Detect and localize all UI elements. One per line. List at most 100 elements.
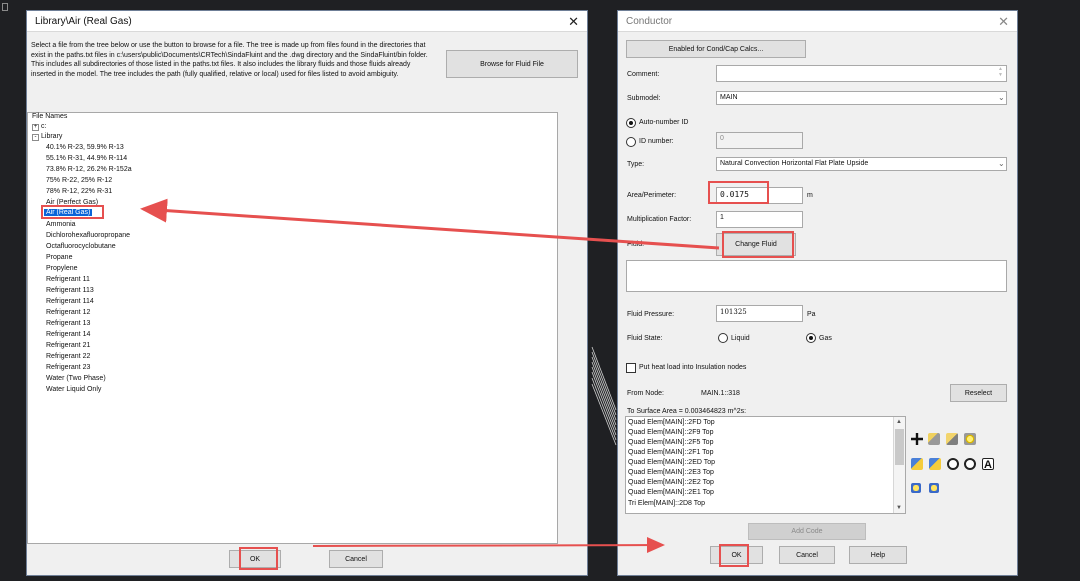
submodel-select[interactable]: MAIN — [716, 91, 1007, 105]
list-item[interactable]: Quad Elem[MAIN]::2F9 Top — [628, 429, 713, 436]
from-node-value: MAIN.1::318 — [701, 390, 740, 397]
heat-load-label: Put heat load into Insulation nodes — [639, 364, 747, 371]
tree-item[interactable]: Refrigerant 14 — [46, 331, 90, 338]
left-titlebar: Library\Air (Real Gas) ✕ — [27, 11, 587, 32]
chevron-down-icon: ⌄ — [998, 159, 1005, 168]
tree-item[interactable]: Ammonia — [46, 221, 76, 228]
tree-item[interactable]: Propane — [46, 254, 72, 261]
from-node-label: From Node: — [627, 390, 664, 397]
left-ok-button[interactable]: OK — [229, 550, 281, 568]
gas-radio[interactable] — [806, 333, 816, 343]
tree-item[interactable]: 78% R-12, 22% R-31 — [46, 188, 112, 195]
tree-node-library[interactable]: - Library — [32, 133, 62, 141]
list-item[interactable]: Quad Elem[MAIN]::2ED Top — [628, 459, 715, 466]
auto-number-radio[interactable] — [626, 118, 636, 128]
type-select[interactable]: Natural Convection Horizontal Flat Plate… — [716, 157, 1007, 171]
surface-list[interactable]: Quad Elem[MAIN]::2FD Top Quad Elem[MAIN]… — [625, 416, 906, 514]
tree-header: File Names — [32, 113, 68, 120]
bulb-two-icon[interactable] — [929, 483, 939, 493]
tree-item[interactable]: 75% R-22, 25% R-12 — [46, 177, 112, 184]
fluid-file-tree[interactable]: File Names + c: - Library 40.1% R-23, 59.9… — [27, 112, 558, 544]
right-dialog-title: Conductor — [626, 15, 673, 27]
circle-o-icon[interactable] — [964, 458, 976, 470]
list-item[interactable]: Quad Elem[MAIN]::2E2 Top — [628, 479, 714, 486]
liquid-label: Liquid — [731, 335, 750, 342]
connection-two-icon[interactable] — [929, 458, 941, 470]
list-item[interactable]: Quad Elem[MAIN]::2E1 Top — [628, 489, 714, 496]
comment-input[interactable] — [716, 65, 1007, 82]
reselect-button[interactable]: Reselect — [950, 384, 1007, 402]
id-number-input[interactable]: 0 — [716, 132, 803, 149]
scroll-down-icon[interactable]: ▼ — [896, 505, 902, 511]
tree-item-selected[interactable]: Air (Real Gas) — [44, 209, 93, 216]
surface-area-label: To Surface Area = 0.003464823 m^2s: — [627, 408, 747, 415]
tree-item[interactable]: Octafluorocyclobutane — [46, 243, 116, 250]
scroll-thumb[interactable] — [895, 429, 904, 465]
collapse-icon[interactable]: - — [32, 134, 39, 141]
multiplication-input[interactable]: 1 — [716, 211, 803, 228]
tree-item[interactable]: Refrigerant 21 — [46, 342, 90, 349]
tree-item[interactable]: 55.1% R-31, 44.9% R-114 — [46, 155, 127, 162]
add-code-button[interactable]: Add Code — [748, 523, 866, 540]
help-button[interactable]: Help — [849, 546, 907, 564]
scroll-up-icon[interactable]: ▲ — [896, 419, 902, 425]
tree-item[interactable]: Refrigerant 12 — [46, 309, 90, 316]
chevron-down-icon: ⌄ — [998, 93, 1005, 102]
left-cancel-button[interactable]: Cancel — [329, 550, 383, 568]
area-label: Area/Perimeter: — [627, 192, 677, 199]
heat-load-checkbox[interactable] — [626, 363, 636, 373]
enabled-cond-cap-button[interactable]: Enabled for Cond/Cap Calcs... — [626, 40, 806, 58]
tree-item[interactable]: Water Liquid Only — [46, 386, 101, 393]
spark-icon[interactable] — [964, 433, 976, 445]
liquid-radio[interactable] — [718, 333, 728, 343]
right-cancel-button[interactable]: Cancel — [779, 546, 835, 564]
fluid-pressure-input[interactable]: 101325 — [716, 305, 803, 322]
list-scrollbar[interactable]: ▲ ▼ — [893, 417, 905, 513]
tree-item[interactable]: Refrigerant 13 — [46, 320, 90, 327]
tree-item[interactable]: Air (Perfect Gas) — [46, 199, 98, 206]
letter-a-icon[interactable]: A — [982, 458, 994, 471]
tree-item[interactable]: Refrigerant 113 — [46, 287, 94, 294]
submodel-label: Submodel: — [627, 95, 661, 102]
expand-icon[interactable]: + — [32, 124, 39, 131]
type-label: Type: — [627, 161, 645, 168]
comment-label: Comment: — [627, 71, 660, 78]
tree-item[interactable]: Water (Two Phase) — [46, 375, 106, 382]
close-icon[interactable]: ✕ — [998, 15, 1009, 28]
gas-label: Gas — [819, 335, 832, 342]
right-ok-button[interactable]: OK — [710, 546, 763, 564]
tree-item[interactable]: Dichlorohexafluoropropane — [46, 232, 130, 239]
tree-item[interactable]: 73.8% R-12, 26.2% R-152a — [46, 166, 132, 173]
list-item[interactable]: Quad Elem[MAIN]::2E3 Top — [628, 469, 714, 476]
edit-icon[interactable] — [928, 433, 940, 445]
id-number-radio[interactable] — [626, 137, 636, 147]
list-item[interactable]: Tri Elem[MAIN]::2D8 Top — [628, 500, 705, 507]
gear-icon[interactable] — [947, 458, 959, 470]
area-unit: m — [807, 192, 813, 199]
fluid-display-box — [626, 260, 1007, 292]
list-item[interactable]: Quad Elem[MAIN]::2FD Top — [628, 419, 715, 426]
close-icon[interactable]: ✕ — [568, 15, 579, 28]
connection-icon[interactable] — [911, 458, 923, 470]
area-input[interactable]: 0.0175 — [716, 187, 803, 204]
bulb-one-icon[interactable] — [911, 483, 921, 493]
list-item[interactable]: Quad Elem[MAIN]::2F1 Top — [628, 449, 713, 456]
corner-mark — [2, 3, 8, 11]
list-item[interactable]: Quad Elem[MAIN]::2F5 Top — [628, 439, 713, 446]
tree-item[interactable]: 40.1% R-23, 59.9% R-13 — [46, 144, 124, 151]
tree-item[interactable]: Refrigerant 23 — [46, 364, 90, 371]
fluid-label: Fluid: — [627, 241, 645, 248]
left-dialog-title: Library\Air (Real Gas) — [35, 15, 132, 27]
tree-item[interactable]: Refrigerant 114 — [46, 298, 94, 305]
cut-icon[interactable] — [946, 433, 958, 445]
tree-item[interactable]: Propylene — [46, 265, 78, 272]
fluid-state-label: Fluid State: — [627, 335, 663, 342]
fluid-pressure-label: Fluid Pressure: — [627, 311, 675, 318]
browse-fluid-file-button[interactable]: Browse for Fluid File — [446, 50, 578, 78]
change-fluid-button[interactable]: Change Fluid — [716, 233, 796, 256]
comment-scroll-arrows: ▲ ▼ — [998, 66, 1003, 78]
tree-item[interactable]: Refrigerant 22 — [46, 353, 90, 360]
right-titlebar: Conductor ✕ — [618, 11, 1017, 32]
tree-item[interactable]: Refrigerant 11 — [46, 276, 90, 283]
tree-node-c[interactable]: + c: — [32, 123, 46, 131]
